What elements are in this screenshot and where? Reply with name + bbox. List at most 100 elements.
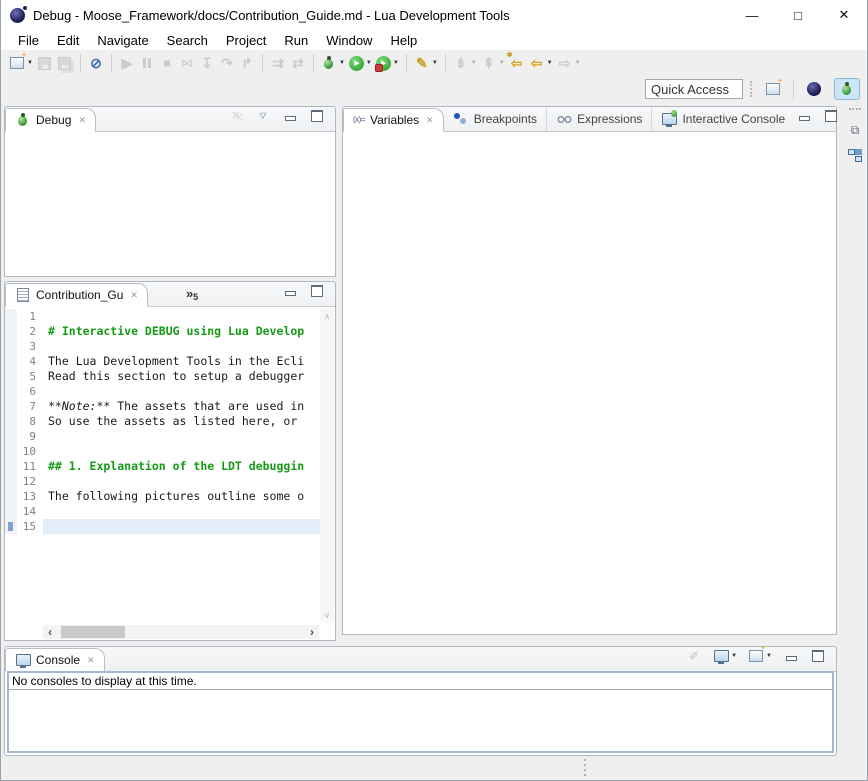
previous-annotation-dropdown-icon[interactable]: ▼ <box>499 60 505 66</box>
minimize-button[interactable] <box>794 105 814 127</box>
view-menu-button[interactable]: ▽ <box>253 105 273 127</box>
save-button[interactable] <box>35 52 55 74</box>
external-tools-dropdown-icon[interactable]: ▼ <box>393 60 399 66</box>
step-over-button[interactable]: ↷ <box>217 52 237 74</box>
quick-access-input[interactable] <box>645 79 743 99</box>
minimize-button[interactable] <box>280 280 300 302</box>
tab-breakpoints[interactable]: Breakpoints <box>444 107 546 131</box>
statusbar-grip[interactable] <box>584 759 586 761</box>
next-annotation-button[interactable]: ⇟▼ <box>451 52 479 74</box>
menu-edit[interactable]: Edit <box>48 31 88 50</box>
forward-dropdown-icon[interactable]: ▼ <box>575 60 581 66</box>
debug-button[interactable]: ▼ <box>319 52 347 74</box>
code-text[interactable]: Read this section to setup a debugger <box>43 369 320 384</box>
suspend-button[interactable] <box>137 52 157 74</box>
terminate-button[interactable]: ■ <box>157 52 177 74</box>
code-text[interactable]: The Lua Development Tools in the Ecli <box>43 354 320 369</box>
close-icon[interactable]: ✕ <box>87 655 95 666</box>
code-text[interactable]: ## 1. Explanation of the LDT debuggin <box>43 459 320 474</box>
code-text[interactable] <box>43 519 320 534</box>
code-text[interactable]: The following pictures outline some o <box>43 489 320 504</box>
tab-console[interactable]: Console ✕ <box>5 648 105 672</box>
maximize-window-button[interactable]: □ <box>775 0 821 30</box>
display-selected-console-dropdown-icon[interactable]: ▼ <box>731 653 737 659</box>
remove-all-terminated-button[interactable]: ✕ <box>226 105 246 127</box>
hidden-editors-chevron[interactable]: »5 <box>186 286 198 302</box>
close-icon[interactable]: ✕ <box>426 115 434 126</box>
maximize-button[interactable] <box>821 105 841 127</box>
restore-view-icon[interactable]: ⧉ <box>847 122 863 138</box>
minimize-button[interactable] <box>781 645 801 667</box>
menu-navigate[interactable]: Navigate <box>88 31 157 50</box>
outline-view-icon[interactable] <box>847 148 863 164</box>
next-annotation-dropdown-icon[interactable]: ▼ <box>471 60 477 66</box>
code-text[interactable]: # Interactive DEBUG using Lua Develop <box>43 324 320 339</box>
tab-contribution-guide[interactable]: Contribution_Gu ✕ <box>5 283 148 307</box>
display-selected-console-button[interactable]: ▼ <box>711 645 739 667</box>
scrollbar-thumb[interactable] <box>61 626 125 638</box>
open-console-button[interactable]: ▼ <box>746 645 774 667</box>
last-edit-location-button[interactable]: ⇦✱ <box>507 52 527 74</box>
previous-annotation-button[interactable]: ⇞▼ <box>479 52 507 74</box>
debug-dropdown-icon[interactable]: ▼ <box>339 60 345 66</box>
save-all-button[interactable] <box>55 52 75 74</box>
tab-debug[interactable]: Debug ✕ <box>5 108 96 132</box>
variables-view-body[interactable] <box>343 132 836 634</box>
highlighter-button[interactable]: ✎▼ <box>412 52 440 74</box>
run-dropdown-icon[interactable]: ▼ <box>366 60 372 66</box>
minimize-window-button[interactable]: — <box>729 0 775 30</box>
menu-project[interactable]: Project <box>217 31 275 50</box>
editor-text-area[interactable]: 12# Interactive DEBUG using Lua Develop3… <box>5 309 320 624</box>
lua-perspective-button[interactable] <box>801 78 827 100</box>
code-text[interactable] <box>43 474 320 489</box>
maximize-button[interactable] <box>808 645 828 667</box>
menu-help[interactable]: Help <box>381 31 426 50</box>
code-text[interactable] <box>43 444 320 459</box>
scroll-up-icon[interactable]: ∧ <box>324 312 330 321</box>
minimize-button[interactable] <box>280 105 300 127</box>
scroll-down-icon[interactable]: ∨ <box>324 611 330 620</box>
skip-all-breakpoints-button[interactable]: ⊘ <box>86 52 106 74</box>
close-window-button[interactable]: ✕ <box>821 0 867 30</box>
new-wizard-button[interactable]: ▼ <box>7 52 35 74</box>
open-console-dropdown-icon[interactable]: ▼ <box>766 653 772 659</box>
use-step-filters-button[interactable]: ⇉ <box>268 52 288 74</box>
editor-vertical-scrollbar[interactable]: ∧ ∨ <box>320 309 334 623</box>
code-text[interactable] <box>43 339 320 354</box>
run-button[interactable]: ▶▼ <box>347 52 374 74</box>
code-text[interactable]: So use the assets as listed here, or <box>43 414 320 429</box>
back-button[interactable]: ⇦▼ <box>527 52 555 74</box>
menu-search[interactable]: Search <box>158 31 217 50</box>
console-content[interactable]: No consoles to display at this time. <box>7 671 834 753</box>
debug-perspective-button[interactable] <box>834 78 860 100</box>
disconnect-button[interactable]: ⋈ <box>177 52 197 74</box>
tab-expressions[interactable]: Expressions <box>546 107 651 131</box>
back-dropdown-icon[interactable]: ▼ <box>547 60 553 66</box>
code-text[interactable] <box>43 384 320 399</box>
strip-drag-handle[interactable] <box>849 108 861 112</box>
editor-horizontal-scrollbar[interactable]: ‹ › <box>43 625 319 639</box>
maximize-button[interactable] <box>307 280 327 302</box>
menu-window[interactable]: Window <box>317 31 381 50</box>
open-perspective-button[interactable] <box>760 78 786 100</box>
new-wizard-dropdown-icon[interactable]: ▼ <box>27 60 33 66</box>
step-into-button[interactable]: ↧ <box>197 52 217 74</box>
code-text[interactable] <box>43 309 320 324</box>
code-text[interactable]: **Note:** The assets that are used in <box>43 399 320 414</box>
scrollbar-track[interactable] <box>57 625 305 639</box>
debug-view-body[interactable] <box>5 132 335 276</box>
menu-file[interactable]: File <box>9 31 48 50</box>
tab-interactive-console[interactable]: Interactive Console <box>651 107 794 131</box>
scroll-left-icon[interactable]: ‹ <box>43 625 57 639</box>
highlighter-dropdown-icon[interactable]: ▼ <box>432 60 438 66</box>
scroll-right-icon[interactable]: › <box>305 625 319 639</box>
maximize-button[interactable] <box>307 105 327 127</box>
external-tools-button[interactable]: ▶▼ <box>374 52 401 74</box>
code-text[interactable] <box>43 504 320 519</box>
close-icon[interactable]: ✕ <box>78 115 86 126</box>
step-return-button[interactable]: ↱ <box>237 52 257 74</box>
drop-to-frame-button[interactable]: ⇄ <box>288 52 308 74</box>
forward-button[interactable]: ⇨▼ <box>555 52 583 74</box>
pin-console-button[interactable]: ✐ <box>684 645 704 667</box>
tab-variables[interactable]: (x)=Variables✕ <box>343 108 444 132</box>
